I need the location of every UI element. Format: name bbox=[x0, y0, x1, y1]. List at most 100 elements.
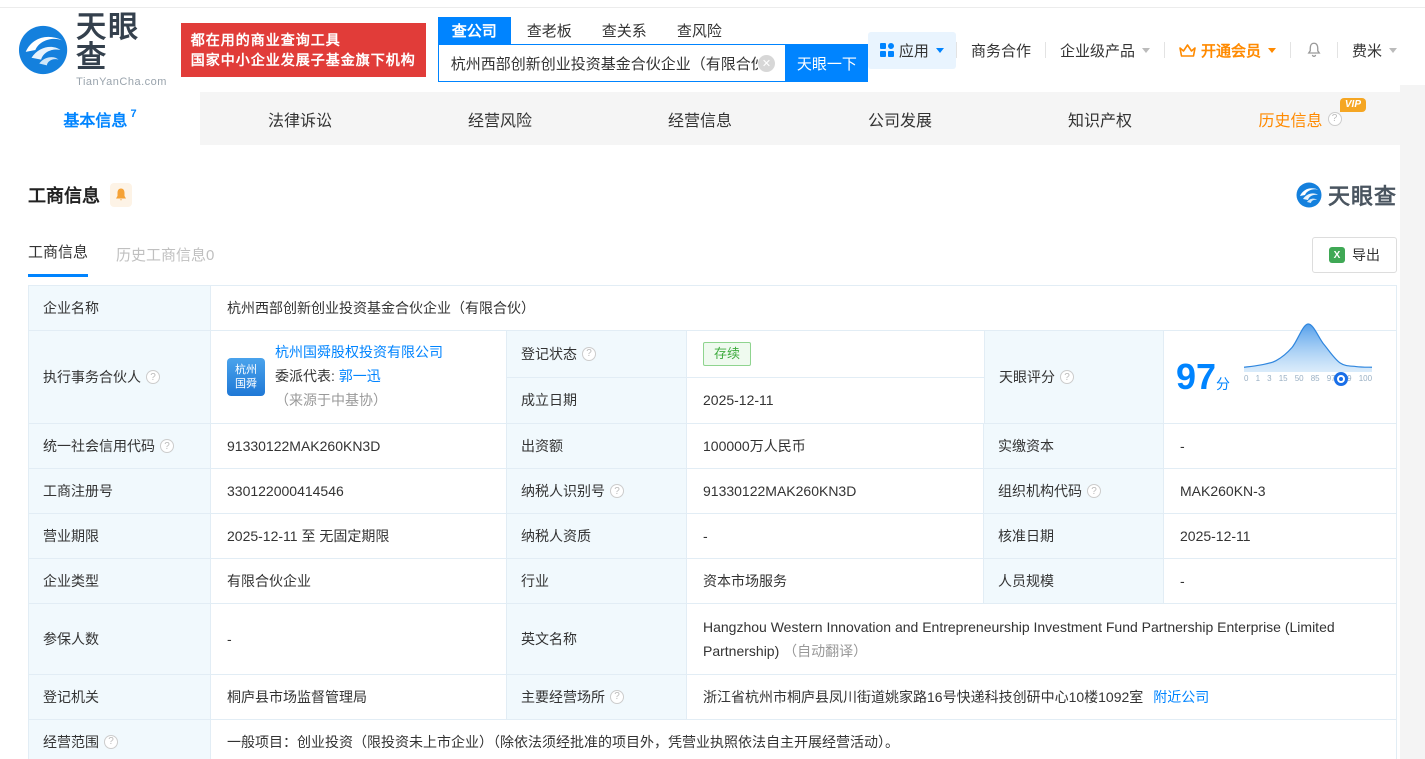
approval-date-value: 2025-12-11 bbox=[1164, 514, 1396, 558]
help-icon[interactable]: ? bbox=[582, 346, 596, 361]
score-label: 天眼评分 ? bbox=[984, 331, 1164, 423]
table-row: 工商注册号 330122000414546 纳税人识别号 ? 91330122M… bbox=[29, 469, 1396, 514]
reg-status-label: 登记状态 ? bbox=[507, 331, 687, 377]
english-name-label: 英文名称 bbox=[507, 604, 687, 674]
nearby-companies-link[interactable]: 附近公司 bbox=[1153, 687, 1209, 707]
tab-operation-risk-label: 经营风险 bbox=[467, 112, 532, 130]
rep-label: 委派代表: bbox=[275, 368, 335, 385]
caret-down-icon bbox=[1141, 47, 1150, 53]
business-info-table: 企业名称 杭州西部创新创业投资基金合伙企业（有限合伙） 执行事务合伙人 ? 杭州… bbox=[28, 285, 1397, 759]
excel-icon: X bbox=[1329, 247, 1345, 263]
nav-open-vip-label: 开通会员 bbox=[1200, 42, 1261, 60]
help-icon[interactable]: ? bbox=[610, 689, 624, 704]
industry-label: 行业 bbox=[507, 559, 687, 603]
search-input[interactable] bbox=[450, 54, 758, 72]
table-row: 参保人数 - 英文名称 Hangzhou Western Innovation … bbox=[29, 604, 1396, 675]
help-icon[interactable]: ? bbox=[160, 439, 174, 453]
business-scope-label: 经营范围 ? bbox=[29, 719, 211, 759]
executive-partner-value: 杭州 国舜 杭州国舜股权投资有限公司 委派代表: 郭一迅 （来源于中基协） bbox=[211, 331, 507, 423]
brand-slogan: 都在用的商业查询工具 国家中小企业发展子基金旗下机构 bbox=[180, 22, 426, 78]
approval-date-label: 核准日期 bbox=[984, 514, 1164, 558]
search-tab-boss[interactable]: 查老板 bbox=[513, 17, 586, 44]
score-marker-pin bbox=[1334, 371, 1349, 386]
company-name-label: 企业名称 bbox=[29, 286, 211, 330]
table-row: 登记机关 桐庐县市场监督管理局 主要经营场所 ? 浙江省杭州市桐庐县凤川街道姚家… bbox=[29, 674, 1396, 720]
page-top-divider bbox=[0, 0, 1425, 8]
credit-code-label-text: 统一社会信用代码 bbox=[43, 438, 155, 454]
auto-translate-note: （自动翻译） bbox=[783, 642, 868, 659]
subtab-history-business-info[interactable]: 历史工商信息0 bbox=[116, 244, 214, 277]
capital-label: 出资额 bbox=[507, 424, 687, 468]
nav-enterprise-label: 企业级产品 bbox=[1059, 42, 1135, 60]
search-tab-company[interactable]: 查公司 bbox=[437, 17, 511, 44]
bell-icon bbox=[1307, 42, 1321, 57]
nav-user-account[interactable]: 费米 bbox=[1338, 40, 1411, 61]
partner-company-link[interactable]: 杭州国舜股权投资有限公司 bbox=[275, 344, 443, 360]
tab-operation-info-label: 经营信息 bbox=[667, 112, 732, 130]
nav-apps[interactable]: 应用 bbox=[867, 31, 956, 69]
nav-enterprise-products[interactable]: 企业级产品 bbox=[1046, 40, 1164, 61]
tab-intellectual-property[interactable]: 知识产权 bbox=[1000, 92, 1200, 145]
help-icon[interactable]: ? bbox=[104, 734, 118, 749]
search-tab-relation[interactable]: 查关系 bbox=[588, 17, 661, 44]
logo-brand-text: 天眼查 bbox=[76, 10, 141, 74]
logo-domain-text: TianYanCha.com bbox=[76, 75, 167, 88]
tab-basic-info-label: 基本信息 bbox=[63, 112, 128, 130]
monitor-bell-button[interactable] bbox=[110, 183, 132, 207]
apps-grid-icon bbox=[879, 43, 894, 57]
tab-company-development[interactable]: 公司发展 bbox=[800, 92, 1000, 145]
nav-cooperation[interactable]: 商务合作 bbox=[957, 40, 1045, 61]
export-button[interactable]: X 导出 bbox=[1312, 237, 1397, 273]
industry-value: 资本市场服务 bbox=[687, 559, 984, 603]
tab-legal-litigation[interactable]: 法律诉讼 bbox=[200, 92, 400, 145]
search-clear-icon[interactable]: ✕ bbox=[757, 54, 775, 72]
tab-basic-info-count: 7 bbox=[130, 107, 137, 120]
help-icon[interactable]: ? bbox=[610, 484, 624, 498]
address-label: 主要经营场所 ? bbox=[507, 674, 687, 719]
help-icon[interactable]: ? bbox=[1087, 484, 1101, 498]
nav-open-vip[interactable]: 开通会员 bbox=[1165, 40, 1290, 61]
search-tab-risk[interactable]: 查风险 bbox=[663, 17, 736, 44]
address-text: 浙江省杭州市桐庐县凤川街道姚家路16号快递科技创研中心10楼1092室 bbox=[703, 688, 1144, 705]
registration-authority-value: 桐庐县市场监督管理局 bbox=[211, 674, 507, 719]
table-row: 执行事务合伙人 ? 杭州 国舜 杭州国舜股权投资有限公司 委派代表: 郭一迅 （来… bbox=[29, 322, 1396, 424]
search-area: 查公司 查老板 查关系 查风险 ✕ 天眼一下 bbox=[437, 17, 868, 82]
search-button[interactable]: 天眼一下 bbox=[785, 44, 868, 82]
insured-label: 参保人数 bbox=[29, 604, 211, 674]
notification-bell[interactable] bbox=[1291, 41, 1337, 59]
tab-company-development-label: 公司发展 bbox=[867, 112, 932, 130]
site-header: 天眼查 TianYanCha.com 都在用的商业查询工具 国家中小企业发展子基… bbox=[0, 8, 1425, 92]
vip-badge: VIP bbox=[1339, 98, 1366, 112]
page-right-gutter bbox=[1400, 85, 1425, 759]
tab-operation-info[interactable]: 经营信息 bbox=[600, 92, 800, 145]
rep-source: （来源于中基协） bbox=[275, 391, 387, 408]
executive-partner-label-text: 执行事务合伙人 bbox=[43, 369, 141, 385]
company-detail-tabbar: 基本信息 7 法律诉讼 经营风险 经营信息 公司发展 知识产权 VIP 历史信息… bbox=[0, 92, 1400, 145]
rep-name-link[interactable]: 郭一迅 bbox=[339, 368, 381, 384]
nav-apps-label: 应用 bbox=[898, 42, 929, 60]
help-icon[interactable]: ? bbox=[1060, 370, 1074, 384]
search-box: ✕ bbox=[437, 44, 786, 82]
taxpayer-id-label-text: 纳税人识别号 bbox=[521, 483, 605, 499]
help-icon[interactable]: ? bbox=[1327, 111, 1342, 126]
partner-avatar[interactable]: 杭州 国舜 bbox=[227, 358, 265, 396]
staff-size-value: - bbox=[1164, 559, 1396, 603]
slogan-line-1: 都在用的商业查询工具 bbox=[190, 31, 341, 48]
reg-number-label: 工商注册号 bbox=[29, 469, 211, 513]
help-icon[interactable]: ? bbox=[146, 370, 160, 384]
main-content: 工商信息 天眼查 工商信息 历史工商信息0 X 导出 企业名称 杭州西部创新创业… bbox=[0, 179, 1425, 759]
table-row: 企业名称 杭州西部创新创业投资基金合伙企业（有限合伙） bbox=[29, 286, 1396, 331]
table-row: 营业期限 2025-12-11 至 无固定期限 纳税人资质 - 核准日期 202… bbox=[29, 514, 1396, 559]
reg-status-value: 存续 bbox=[687, 331, 984, 377]
business-term-value: 2025-12-11 至 无固定期限 bbox=[211, 514, 507, 558]
subtab-business-info[interactable]: 工商信息 bbox=[28, 241, 89, 277]
insured-value: - bbox=[211, 604, 507, 674]
nav-user-label: 费米 bbox=[1351, 42, 1382, 60]
tianyancha-eye-icon bbox=[18, 25, 68, 75]
credit-code-label: 统一社会信用代码 ? bbox=[29, 424, 211, 468]
tianyancha-logo[interactable]: 天眼查 TianYanCha.com bbox=[18, 10, 169, 88]
tab-basic-info[interactable]: 基本信息 7 bbox=[0, 92, 200, 145]
header-nav: 应用 商务合作 企业级产品 开通会员 费米 bbox=[867, 31, 1411, 69]
tab-operation-risk[interactable]: 经营风险 bbox=[400, 92, 600, 145]
tab-history-info[interactable]: VIP 历史信息 ? bbox=[1200, 92, 1400, 145]
